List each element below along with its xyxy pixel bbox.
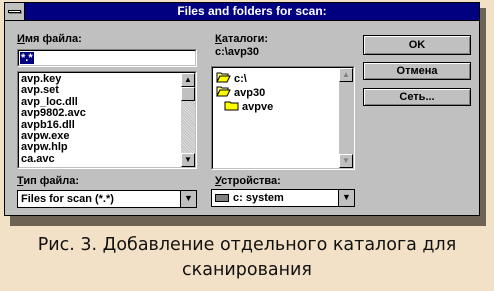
drive-value: c: system [233, 192, 284, 204]
drive-dropdown-icon[interactable]: ▼ [338, 190, 354, 206]
dir-item-avpve[interactable]: avpve [224, 100, 273, 113]
scroll-track[interactable] [181, 101, 195, 153]
network-button[interactable]: Сеть... [363, 88, 471, 106]
scroll-up-icon[interactable]: ▲ [339, 68, 353, 82]
file-dialog: Files and folders for scan: Имя файла: *… [4, 2, 480, 216]
filename-label: Имя файла: [17, 33, 82, 45]
filetype-dropdown-icon[interactable]: ▼ [180, 191, 196, 207]
dir-tree-scrollbar[interactable]: ▲ ▼ [339, 68, 353, 168]
file-list-scrollbar[interactable]: ▲ ▼ [181, 73, 195, 167]
figure-caption: Рис. 3. Добавление отдельного каталога д… [0, 226, 494, 291]
title-bar: Files and folders for scan: [5, 3, 479, 21]
caption-line-2: сканирования [182, 260, 312, 280]
ok-button[interactable]: OK [363, 35, 471, 55]
current-path: c:\avp30 [215, 46, 260, 58]
open-folder-icon [216, 86, 231, 97]
drives-label: Устройства: [215, 175, 281, 187]
dirs-label: Каталоги: [215, 33, 269, 45]
dir-item-root[interactable]: c:\ [216, 72, 247, 85]
filetype-label: Тип файла: [17, 175, 80, 187]
file-list[interactable]: avp.key avp.set avp_loc.dll avp9802.avc avpb… [17, 71, 197, 169]
file-list-items: avp.key avp.set avp_loc.dll avp9802.avc avpb… [21, 73, 179, 165]
open-folder-icon [216, 72, 231, 83]
scroll-down-icon[interactable]: ▼ [181, 153, 195, 167]
cancel-button[interactable]: Отмена [363, 62, 471, 80]
drive-icon [215, 194, 229, 202]
system-menu-icon [8, 10, 21, 13]
filetype-select[interactable]: Files for scan (*.*) ▼ [17, 190, 197, 208]
dir-item-avp30[interactable]: avp30 [216, 86, 265, 99]
dialog-title: Files and folders for scan: [177, 4, 327, 18]
drive-select[interactable]: c: system ▼ [211, 189, 355, 207]
folder-icon [224, 100, 239, 111]
file-list-item[interactable]: avp9802.avc [21, 107, 179, 119]
filename-input[interactable]: *.* [17, 49, 197, 67]
filename-value[interactable]: *.* [20, 52, 34, 64]
directory-tree[interactable]: c:\ avp30 avpve ▲ ▼ [211, 66, 355, 170]
caption-line-1: Рис. 3. Добавление отдельного каталога д… [37, 235, 457, 255]
filetype-value: Files for scan (*.*) [21, 193, 114, 205]
system-menu-button[interactable] [5, 3, 25, 20]
scroll-up-icon[interactable]: ▲ [181, 73, 195, 87]
file-list-item[interactable]: ca.avc [21, 153, 179, 165]
scroll-down-icon[interactable]: ▼ [339, 154, 353, 168]
scroll-thumb[interactable] [181, 87, 195, 101]
